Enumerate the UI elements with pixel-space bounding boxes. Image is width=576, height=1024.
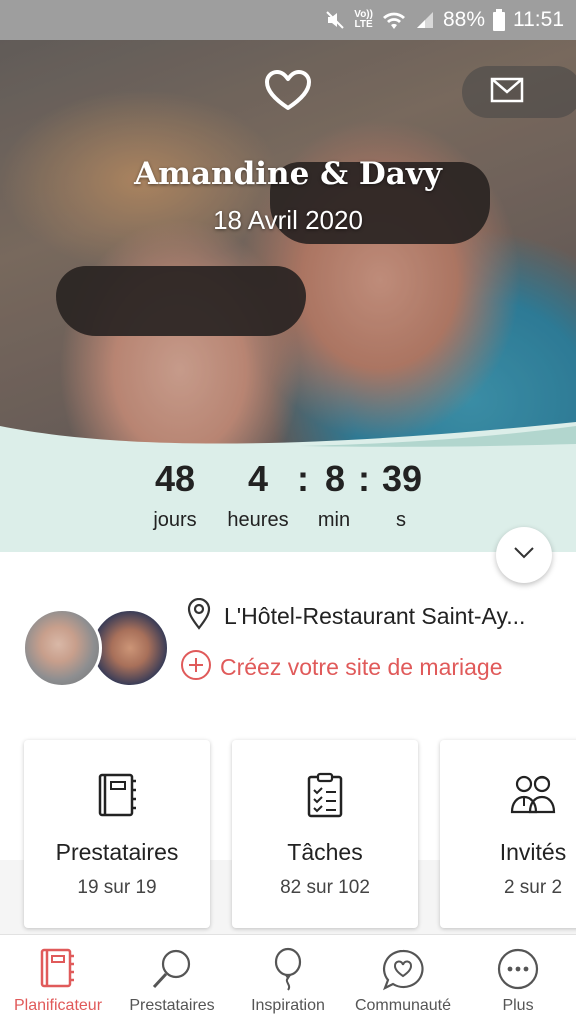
nav-more[interactable]: Plus [460, 935, 576, 1024]
expand-button[interactable] [496, 527, 552, 583]
battery-percent: 88% [442, 8, 485, 31]
card-tasks[interactable]: Tâches 82 sur 102 [232, 740, 418, 928]
app-screen: Vo)) LTE 88% 11:51 Amandine & Davy 18 Avr… [0, 0, 576, 1024]
countdown-minutes-label: min [317, 509, 351, 531]
card-guests-count: 2 sur 2 [503, 877, 563, 898]
nav-planner[interactable]: Planificateur [0, 935, 116, 1024]
chat-heart-icon [345, 947, 461, 993]
card-guests-title: Invités [499, 839, 567, 865]
venue-name: L'Hôtel-Restaurant Saint-Ay... [224, 603, 526, 629]
card-guests[interactable]: Invités 2 sur 2 [440, 740, 576, 928]
countdown-band [0, 420, 576, 552]
mute-icon [324, 9, 346, 31]
notebook-icon [24, 772, 210, 818]
avatar-bride[interactable] [22, 608, 102, 688]
plus-circle-icon [180, 649, 212, 686]
countdown-separator: : [297, 458, 309, 499]
nav-community[interactable]: Communauté [345, 935, 461, 1024]
countdown-hours-label: heures [227, 509, 289, 531]
countdown-minutes: 8 [324, 458, 346, 499]
countdown-hours: 4 [247, 458, 269, 499]
card-vendors-title: Prestataires [55, 839, 179, 865]
volte-icon: Vo)) LTE [354, 10, 373, 30]
countdown-separator: : [358, 458, 370, 499]
venue-row[interactable]: L'Hôtel-Restaurant Saint-Ay... [186, 597, 526, 635]
location-pin-icon [186, 597, 212, 635]
bottom-nav: Planificateur Prestataires Inspiration C… [0, 934, 576, 1024]
card-vendors-count: 19 sur 19 [77, 877, 157, 898]
avatar-groom[interactable] [90, 608, 170, 688]
heart-icon [263, 68, 313, 112]
planner-notebook-icon [0, 947, 116, 989]
nav-inspiration-label: Inspiration [251, 997, 325, 1014]
status-bar: Vo)) LTE 88% 11:51 [0, 0, 576, 40]
wedding-date: 18 Avril 2020 [213, 205, 363, 235]
clock: 11:51 [513, 8, 564, 31]
countdown-days-label: jours [153, 509, 197, 531]
couple-name: Amandine & Davy [134, 156, 442, 192]
nav-more-label: Plus [502, 997, 534, 1014]
create-website-label: Créez votre site de mariage [220, 654, 503, 680]
nav-vendors-label: Prestataires [129, 997, 215, 1014]
countdown-days: 48 [154, 458, 196, 499]
card-tasks-title: Tâches [287, 839, 363, 865]
envelope-icon [490, 77, 524, 108]
card-vendors[interactable]: Prestataires 19 sur 19 [24, 740, 210, 928]
create-website-link[interactable]: Créez votre site de mariage [180, 649, 503, 686]
search-icon [114, 947, 230, 991]
more-icon [460, 947, 576, 991]
nav-community-label: Communauté [354, 997, 452, 1014]
nav-inspiration[interactable]: Inspiration [230, 935, 346, 1024]
wifi-icon [381, 9, 407, 31]
countdown-seconds-label: s [396, 509, 406, 531]
signal-icon [415, 10, 435, 30]
volte-bottom-label: LTE [354, 19, 373, 30]
battery-icon [493, 9, 505, 31]
message-button[interactable] [462, 66, 576, 118]
nav-vendors[interactable]: Prestataires [114, 935, 230, 1024]
clipboard-checklist-icon [232, 772, 418, 818]
balloon-icon [230, 947, 346, 993]
card-tasks-count: 82 sur 102 [280, 877, 370, 898]
chevron-down-icon [513, 546, 535, 565]
nav-planner-label: Planificateur [13, 997, 103, 1014]
countdown-seconds: 39 [381, 458, 423, 499]
guests-icon [440, 772, 576, 816]
